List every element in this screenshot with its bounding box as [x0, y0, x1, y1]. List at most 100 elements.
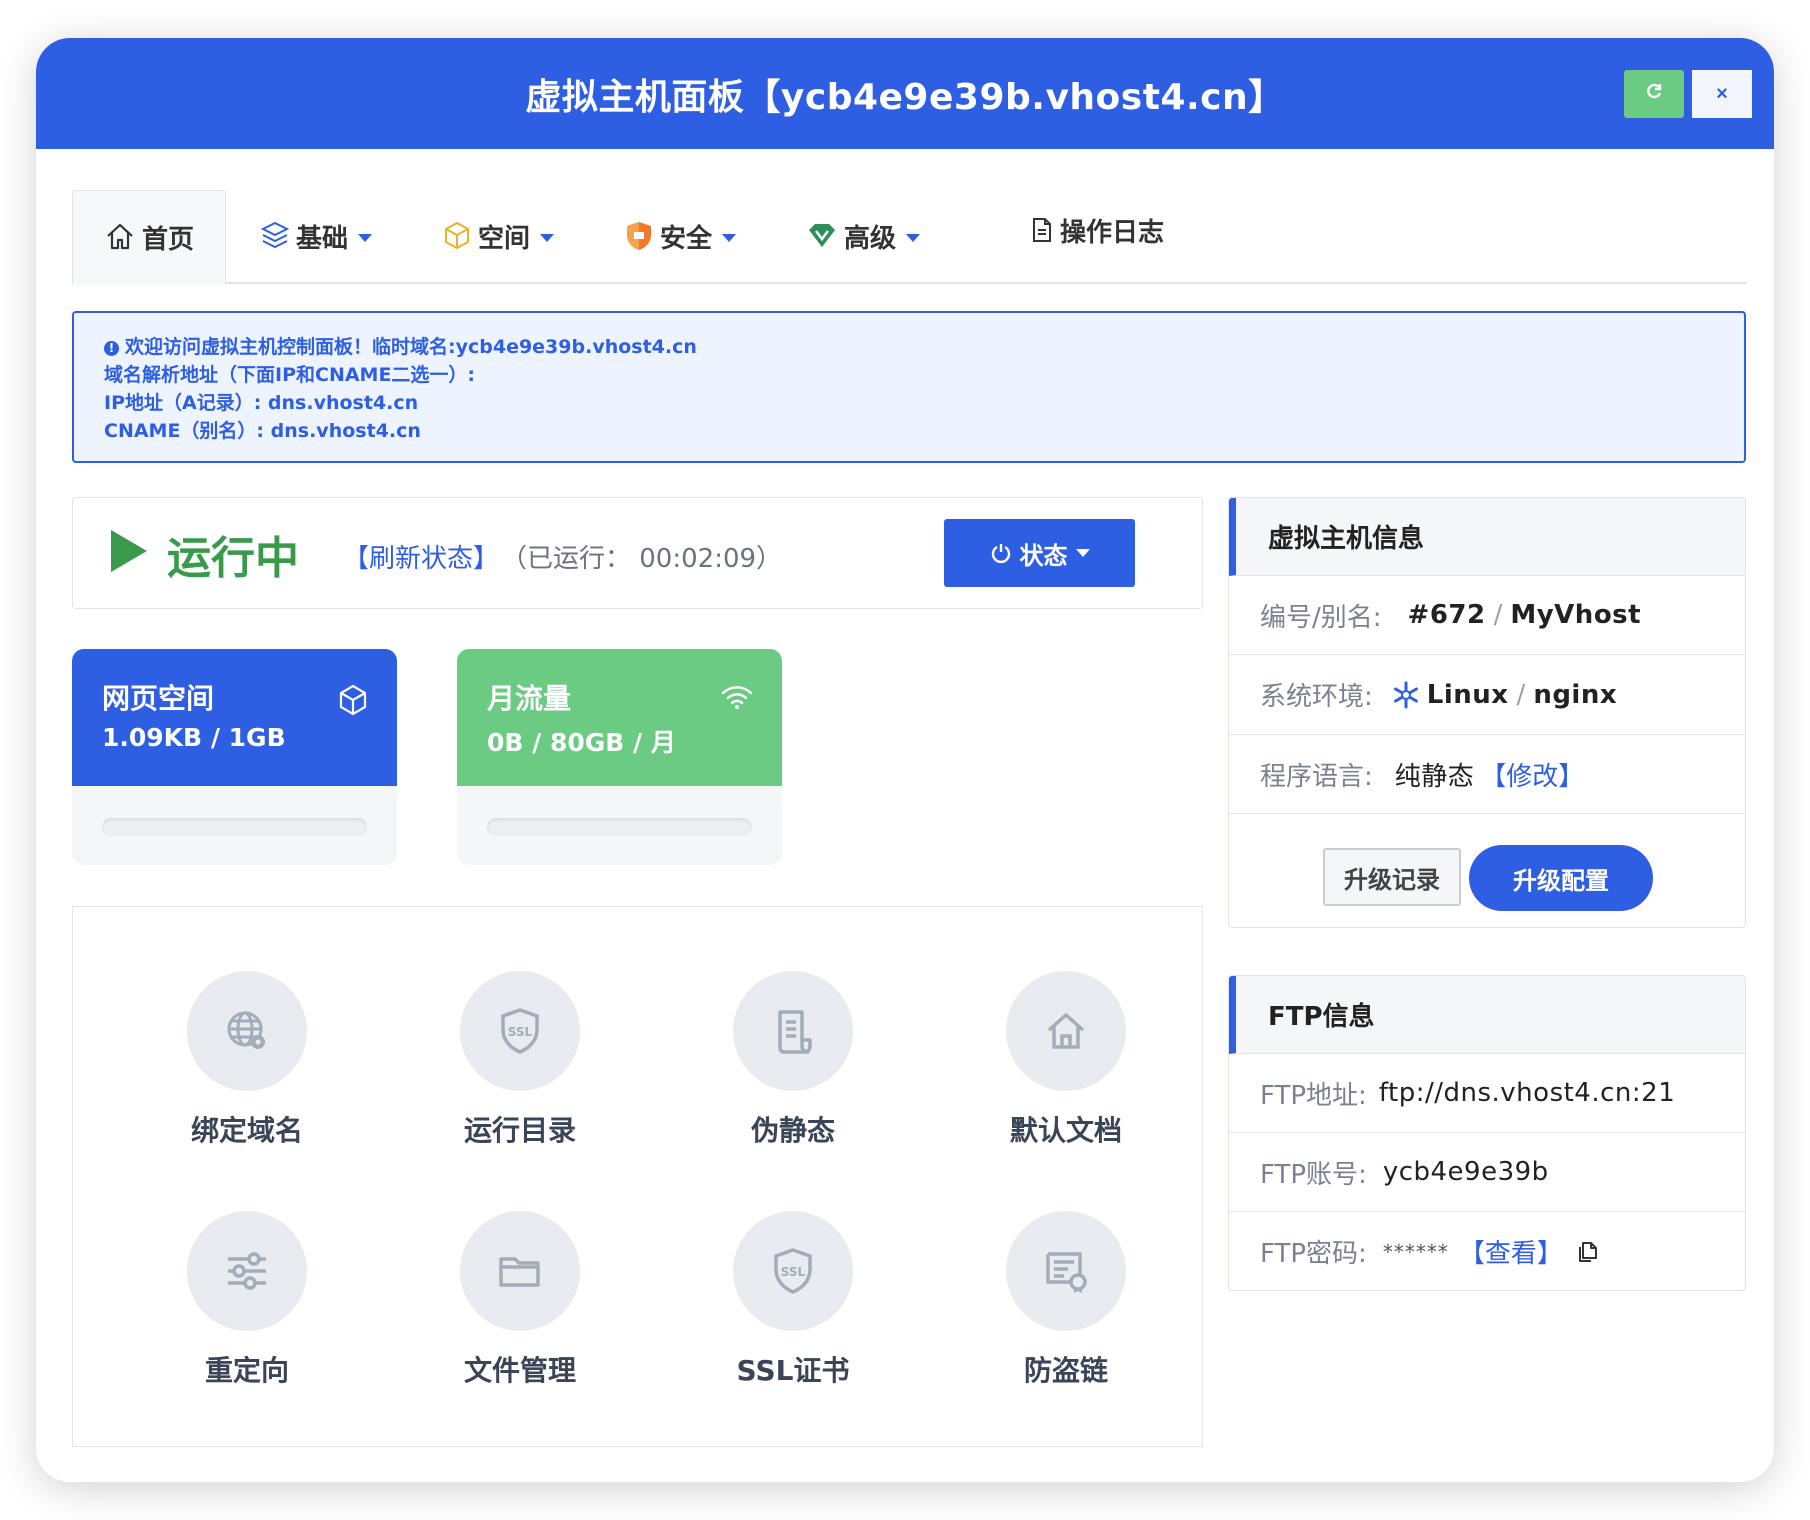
feature-ssl-certificate[interactable]: SSL SSL证书	[693, 1211, 893, 1389]
main-tabs: 首页 基础 空间 安全 高级 操作日志	[72, 190, 1747, 285]
ftp-account: ycb4e9e39b	[1382, 1157, 1549, 1187]
ftp-account-row: FTP账号: ycb4e9e39b	[1229, 1133, 1745, 1212]
view-password-link[interactable]: 【查看】	[1459, 1233, 1563, 1270]
field-label: 编号/别名:	[1260, 602, 1382, 633]
feature-label: 重定向	[204, 1354, 289, 1387]
panel-title: 虚拟主机信息	[1229, 498, 1745, 576]
panel-window: 虚拟主机面板【ycb4e9e39b.vhost4.cn】 × 首页 基础 空间 …	[36, 38, 1774, 1482]
refresh-icon	[1647, 83, 1662, 99]
host-alias: MyVhost	[1510, 600, 1642, 630]
state-dropdown-button[interactable]: 状态	[944, 519, 1135, 587]
sliders-icon	[228, 1252, 266, 1290]
feature-grid: 绑定域名 SSL 运行目录 伪静态 默认文档 重定向 文件管理 SSL SSL证…	[72, 906, 1203, 1447]
feature-label: 绑定域名	[190, 1114, 303, 1147]
layers-icon	[260, 221, 290, 249]
globe-gear-icon	[227, 1011, 265, 1049]
traffic-card: 月流量 0B / 80GB / 月	[457, 649, 782, 865]
feature-default-document[interactable]: 默认文档	[966, 971, 1166, 1149]
feature-bind-domain[interactable]: 绑定域名	[147, 971, 347, 1149]
chevron-down-icon	[540, 234, 555, 242]
chevron-down-icon	[1075, 549, 1090, 557]
close-button[interactable]: ×	[1692, 70, 1752, 118]
os-value: Linux	[1426, 679, 1509, 710]
svg-text:SSL: SSL	[508, 1025, 533, 1039]
field-label: FTP密码:	[1260, 1239, 1367, 1269]
notice-text: 欢迎访问虚拟主机控制面板！临时域名:ycb4e9e39b.vhost4.cn	[125, 336, 697, 358]
field-label: 程序语言:	[1260, 761, 1373, 792]
feature-rewrite[interactable]: 伪静态	[693, 971, 893, 1149]
feature-label: SSL证书	[736, 1354, 850, 1387]
house-icon	[1047, 1013, 1085, 1049]
feature-label: 防盗链	[1023, 1354, 1108, 1387]
state-button-label: 状态	[1019, 542, 1068, 570]
upgrade-log-button[interactable]: 升级记录	[1323, 848, 1461, 906]
feature-icon-circle: SSL	[460, 971, 580, 1091]
scroll-icon	[778, 1010, 812, 1054]
feature-hotlink-protection[interactable]: 防盗链	[966, 1211, 1166, 1389]
running-state: 运行中	[167, 533, 299, 584]
notice-line: 域名解析地址（下面IP和CNAME二选一）:	[104, 364, 476, 386]
ftp-password: ******	[1382, 1239, 1449, 1264]
separator: /	[1493, 600, 1503, 630]
tab-security[interactable]: 安全	[624, 190, 737, 282]
tab-operation-log[interactable]: 操作日志	[1030, 184, 1164, 276]
card-value: 0B / 80GB / 月	[487, 728, 676, 757]
system-env-row: 系统环境: Linux / nginx	[1229, 655, 1745, 735]
tab-label: 首页	[141, 224, 194, 255]
feature-icon-circle	[187, 1211, 307, 1331]
title-bar: 虚拟主机面板【ycb4e9e39b.vhost4.cn】 ×	[36, 38, 1774, 149]
ftp-address-row: FTP地址: ftp://dns.vhost4.cn:21	[1229, 1054, 1745, 1133]
feature-redirect[interactable]: 重定向	[147, 1211, 347, 1389]
host-info-panel: 虚拟主机信息 编号/别名: #672 / MyVhost 系统环境: Linux…	[1228, 497, 1746, 928]
modify-language-link[interactable]: 【修改】	[1480, 756, 1584, 793]
refresh-button[interactable]	[1624, 70, 1684, 118]
language-value: 纯静态	[1394, 761, 1475, 792]
tab-space[interactable]: 空间	[442, 190, 555, 282]
copy-icon[interactable]	[1575, 1239, 1601, 1265]
feature-label: 文件管理	[463, 1354, 576, 1387]
chevron-down-icon	[358, 234, 373, 242]
tab-label: 基础	[296, 223, 349, 254]
ssl-shield-icon: SSL	[501, 1008, 539, 1054]
feature-label: 默认文档	[1009, 1114, 1122, 1147]
program-language-row: 程序语言: 纯静态 【修改】	[1229, 735, 1745, 814]
server-value: nginx	[1533, 679, 1618, 710]
uptime-text: （已运行： 00:02:09）	[501, 544, 783, 574]
folder-icon	[499, 1257, 540, 1287]
feature-icon-circle	[1006, 1211, 1126, 1331]
tab-home[interactable]: 首页	[72, 190, 226, 285]
refresh-status-link[interactable]: 【刷新状态】	[343, 538, 499, 575]
card-label: 网页空间	[102, 682, 215, 715]
card-header: 网页空间 1.09KB / 1GB	[72, 649, 397, 786]
ftp-password-row: FTP密码: ****** 【查看】	[1229, 1212, 1745, 1290]
tab-label: 高级	[844, 223, 897, 254]
feature-label: 伪静态	[750, 1114, 835, 1147]
feature-icon-circle	[187, 971, 307, 1091]
shield-icon	[627, 222, 651, 250]
svg-text:SSL: SSL	[781, 1265, 806, 1279]
feature-file-manager[interactable]: 文件管理	[420, 1211, 620, 1389]
ftp-info-panel: FTP信息 FTP地址: ftp://dns.vhost4.cn:21 FTP账…	[1228, 975, 1746, 1291]
chevron-down-icon	[722, 234, 737, 242]
snowflake-icon	[1393, 681, 1418, 708]
panel-title: FTP信息	[1229, 976, 1745, 1054]
tab-label: 空间	[478, 223, 531, 254]
tab-label: 操作日志	[1060, 217, 1165, 248]
tab-basic[interactable]: 基础	[260, 190, 373, 282]
card-label: 月流量	[487, 682, 572, 715]
host-id: #672	[1407, 600, 1486, 630]
chevron-down-icon	[906, 234, 921, 242]
play-icon	[111, 530, 147, 572]
diamond-icon	[809, 224, 835, 247]
feature-run-directory[interactable]: SSL 运行目录	[420, 971, 620, 1149]
traffic-progress-bar	[487, 818, 752, 836]
window-title: 虚拟主机面板【ycb4e9e39b.vhost4.cn】	[525, 77, 1285, 118]
upgrade-config-button[interactable]: 升级配置	[1469, 845, 1653, 911]
notice-line: ! 欢迎访问虚拟主机控制面板！临时域名:ycb4e9e39b.vhost4.cn	[104, 333, 1714, 361]
tab-label: 安全	[660, 223, 713, 254]
field-label: FTP地址:	[1260, 1080, 1367, 1111]
card-value: 1.09KB / 1GB	[102, 723, 286, 752]
tab-advanced[interactable]: 高级	[806, 190, 921, 282]
ssl-shield-icon: SSL	[774, 1248, 812, 1294]
document-icon	[1033, 218, 1051, 242]
